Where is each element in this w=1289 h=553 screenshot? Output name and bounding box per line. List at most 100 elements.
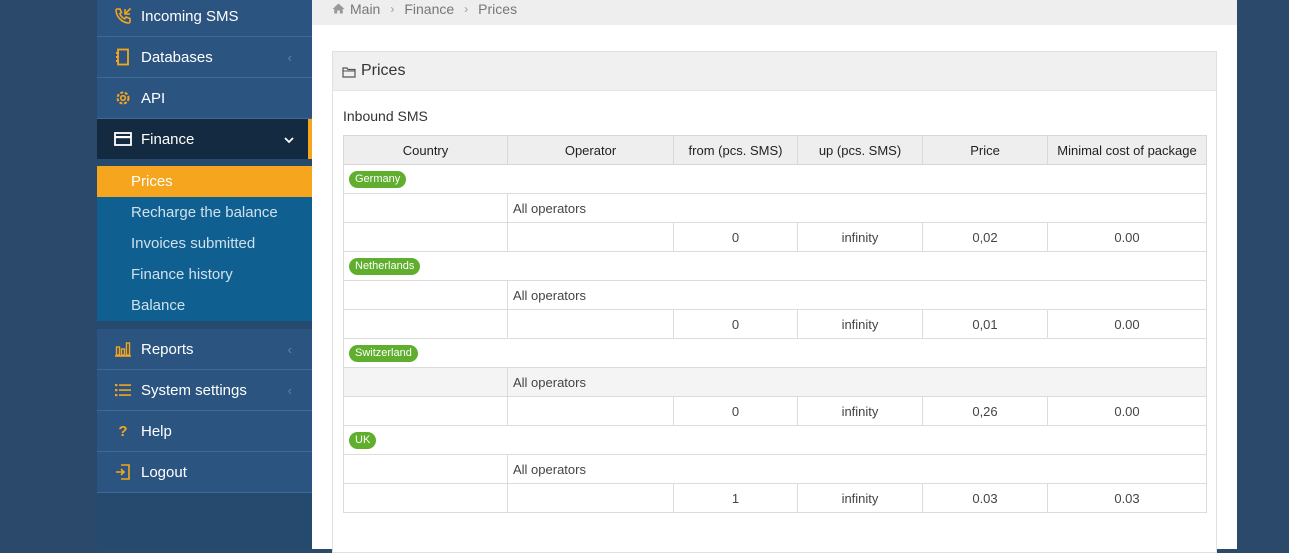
chevron-left-icon: ‹ <box>287 382 292 398</box>
submenu-item-invoices[interactable]: Invoices submitted <box>97 228 312 259</box>
price-cell: 0,02 <box>922 222 1048 252</box>
from-cell: 0 <box>673 222 798 252</box>
operator-cell: All operators <box>507 280 1207 310</box>
table-row: All operators <box>343 367 1207 397</box>
sidebar-item-logout[interactable]: Logout <box>97 452 312 493</box>
breadcrumb-finance[interactable]: Finance <box>404 1 454 17</box>
prices-panel: Prices Inbound SMS Country Operator from… <box>332 51 1217 553</box>
sidebar-item-help[interactable]: ? Help <box>97 411 312 452</box>
table-header-row: Country Operator from (pcs. SMS) up (pcs… <box>343 135 1207 165</box>
empty-cell <box>507 222 674 252</box>
sidebar-item-finance[interactable]: Finance <box>97 119 312 159</box>
sidebar-item-system-settings[interactable]: System settings ‹ <box>97 370 312 411</box>
table-row: All operators <box>343 454 1207 484</box>
finance-submenu: Prices Recharge the balance Invoices sub… <box>97 166 312 321</box>
empty-cell <box>343 222 508 252</box>
credit-card-icon <box>113 129 133 149</box>
chevron-left-icon: ‹ <box>287 341 292 357</box>
sidebar-item-incoming-sms[interactable]: Incoming SMS <box>97 0 312 37</box>
empty-cell <box>343 193 508 223</box>
empty-cell <box>507 483 674 513</box>
phone-incoming-icon <box>113 6 133 26</box>
country-cell: Germany <box>343 164 1207 194</box>
table-subtitle: Inbound SMS <box>343 108 428 124</box>
column-header-operator: Operator <box>507 135 674 165</box>
column-header-from: from (pcs. SMS) <box>673 135 798 165</box>
from-cell: 0 <box>673 396 798 426</box>
min-cost-cell: 0.00 <box>1047 396 1207 426</box>
table-row: 1 infinity 0.03 0.03 <box>343 483 1207 513</box>
panel-title: Prices <box>361 62 406 79</box>
empty-cell <box>343 280 508 310</box>
up-cell: infinity <box>797 396 923 426</box>
main-content: Main › Finance › Prices Prices Inbound S… <box>312 0 1237 553</box>
country-cell: Netherlands <box>343 251 1207 281</box>
min-cost-cell: 0.00 <box>1047 309 1207 339</box>
country-cell: Switzerland <box>343 338 1207 368</box>
min-cost-cell: 0.00 <box>1047 222 1207 252</box>
list-icon <box>113 380 133 400</box>
country-badge: Netherlands <box>349 258 421 275</box>
table-row: All operators <box>343 193 1207 223</box>
table-row: UK <box>343 425 1207 455</box>
table-row: All operators <box>343 280 1207 310</box>
folder-icon <box>342 65 356 78</box>
sidebar-item-label: System settings <box>141 381 247 399</box>
submenu-item-finance-history[interactable]: Finance history <box>97 259 312 290</box>
empty-cell <box>343 309 508 339</box>
sidebar-item-label: Help <box>141 422 172 440</box>
breadcrumb-separator: › <box>390 1 395 16</box>
price-cell: 0,01 <box>922 309 1048 339</box>
operator-cell: All operators <box>507 454 1207 484</box>
price-cell: 0,26 <box>922 396 1048 426</box>
table-row: Switzerland <box>343 338 1207 368</box>
empty-cell <box>343 367 508 397</box>
breadcrumb-bar: Main › Finance › Prices <box>312 0 1237 25</box>
empty-cell <box>343 396 508 426</box>
sidebar: Incoming SMS Databases ‹ API Finance Pri… <box>97 0 312 549</box>
column-header-min-cost: Minimal cost of package <box>1047 135 1207 165</box>
chevron-left-icon: ‹ <box>287 49 292 65</box>
empty-cell <box>507 396 674 426</box>
address-book-icon <box>113 47 133 67</box>
submenu-item-label: Invoices submitted <box>131 235 256 252</box>
submenu-item-prices[interactable]: Prices <box>97 166 312 197</box>
submenu-item-label: Prices <box>131 173 173 190</box>
table-row: Germany <box>343 164 1207 194</box>
breadcrumb-main[interactable]: Main <box>350 1 380 17</box>
table-row: 0 infinity 0,01 0.00 <box>343 309 1207 339</box>
logout-icon <box>113 462 133 482</box>
breadcrumb-prices: Prices <box>478 0 518 17</box>
up-cell: infinity <box>797 483 923 513</box>
breadcrumb: Main › Finance › Prices <box>332 0 517 17</box>
country-cell: UK <box>343 425 1207 455</box>
chevron-down-icon <box>284 132 294 147</box>
panel-header: Prices <box>333 52 1216 91</box>
question-icon: ? <box>118 422 128 440</box>
empty-cell <box>507 309 674 339</box>
up-cell: infinity <box>797 309 923 339</box>
empty-cell <box>343 483 508 513</box>
submenu-item-label: Balance <box>131 297 186 314</box>
table-row: 0 infinity 0,26 0.00 <box>343 396 1207 426</box>
submenu-item-recharge[interactable]: Recharge the balance <box>97 197 312 228</box>
operator-cell: All operators <box>507 367 1207 397</box>
prices-table: Country Operator from (pcs. SMS) up (pcs… <box>343 135 1207 513</box>
table-row: 0 infinity 0,02 0.00 <box>343 222 1207 252</box>
submenu-item-balance[interactable]: Balance <box>97 290 312 321</box>
sidebar-item-api[interactable]: API <box>97 78 312 119</box>
gear-icon <box>113 88 133 108</box>
column-header-up: up (pcs. SMS) <box>797 135 923 165</box>
country-badge: Germany <box>349 171 407 188</box>
home-icon <box>332 3 345 14</box>
sidebar-item-databases[interactable]: Databases ‹ <box>97 37 312 78</box>
sidebar-item-label: Logout <box>141 463 187 481</box>
price-cell: 0.03 <box>922 483 1048 513</box>
from-cell: 1 <box>673 483 798 513</box>
sidebar-item-reports[interactable]: Reports ‹ <box>97 329 312 370</box>
submenu-item-label: Finance history <box>131 266 233 283</box>
operator-cell: All operators <box>507 193 1207 223</box>
sidebar-item-label: Finance <box>141 130 195 148</box>
sidebar-item-label: Databases <box>141 48 213 66</box>
empty-cell <box>343 454 508 484</box>
